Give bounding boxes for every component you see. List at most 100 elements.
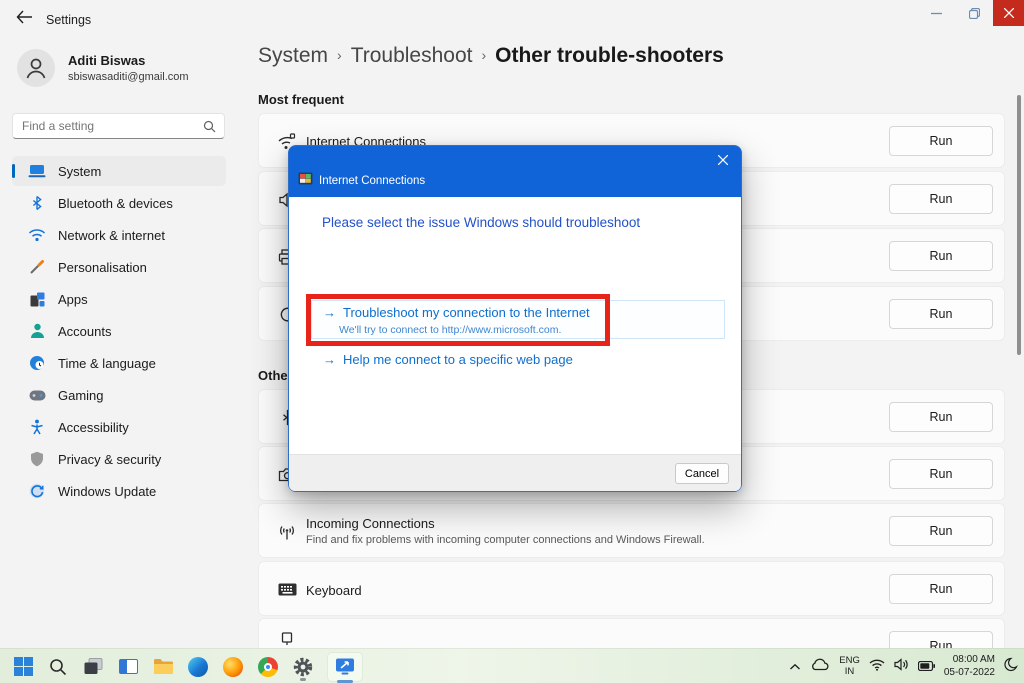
option-help-connect-webpage[interactable]: →Help me connect to a specific web page <box>323 352 573 367</box>
focus-assist-moon-icon[interactable] <box>1004 657 1018 677</box>
clock-indicator[interactable]: 08:00 AM05-07-2022 <box>944 654 995 679</box>
row-label: Keyboard <box>306 583 362 598</box>
sidebar-item-label: System <box>58 164 101 179</box>
arrow-icon: → <box>323 352 336 367</box>
section-most-frequent: Most frequent <box>258 92 344 107</box>
row-label: Incoming Connections <box>306 516 435 531</box>
accessibility-person-icon <box>28 418 46 436</box>
sidebar-item-windows-update[interactable]: Windows Update <box>12 476 226 506</box>
firefox-icon[interactable] <box>222 652 244 682</box>
sidebar-item-label: Network & internet <box>58 228 165 243</box>
taskbar-search-icon[interactable] <box>47 652 69 682</box>
start-button[interactable] <box>12 652 34 682</box>
search-icon <box>203 120 216 138</box>
shield-icon <box>28 450 46 468</box>
row-incoming-connections: Incoming Connections Find and fix proble… <box>258 503 1005 558</box>
troubleshooter-dialog: Internet Connections Please select the i… <box>288 145 742 492</box>
sidebar-item-label: Gaming <box>58 388 104 403</box>
breadcrumb-separator: › <box>481 47 486 63</box>
sidebar-item-privacy-security[interactable]: Privacy & security <box>12 444 226 474</box>
search-box[interactable] <box>12 113 225 139</box>
dialog-titlebar: Internet Connections <box>289 146 741 197</box>
onedrive-cloud-icon[interactable] <box>810 657 830 676</box>
taskbar: ENGIN 08:00 AM05-07-2022 <box>0 648 1024 683</box>
file-explorer-icon[interactable] <box>152 652 174 682</box>
sidebar-item-network-internet[interactable]: Network & internet <box>12 220 226 250</box>
breadcrumb-system[interactable]: System <box>258 44 328 67</box>
sidebar-item-apps[interactable]: Apps <box>12 284 226 314</box>
run-button[interactable]: Run <box>889 574 993 604</box>
dialog-close-icon[interactable] <box>714 151 732 169</box>
troubleshooter-taskbar-icon[interactable] <box>327 652 363 682</box>
keyboard-icon <box>275 562 299 617</box>
tray-wifi-icon[interactable] <box>869 658 885 676</box>
search-input[interactable] <box>22 114 202 138</box>
bluetooth-icon <box>28 194 46 212</box>
run-button[interactable]: Run <box>889 299 993 329</box>
page-title: Other trouble-shooters <box>495 44 724 67</box>
task-view-icon[interactable] <box>82 652 104 682</box>
breadcrumb: System › Troubleshoot › Other trouble-shoote… <box>258 44 724 68</box>
run-button[interactable]: Run <box>889 184 993 214</box>
run-button[interactable]: Run <box>889 241 993 271</box>
run-button[interactable]: Run <box>889 402 993 432</box>
breadcrumb-separator: › <box>337 47 342 63</box>
edge-icon[interactable] <box>187 652 209 682</box>
apps-icon <box>28 290 46 308</box>
back-arrow-icon[interactable] <box>16 10 36 28</box>
user-name: Aditi Biswas <box>68 53 145 68</box>
tray-chevron-icon[interactable] <box>789 658 801 676</box>
maximize-button[interactable] <box>955 0 993 26</box>
language-indicator[interactable]: ENGIN <box>839 656 860 677</box>
minimize-button[interactable] <box>917 0 955 26</box>
sidebar-item-bluetooth-devices[interactable]: Bluetooth & devices <box>12 188 226 218</box>
paintbrush-icon <box>28 258 46 276</box>
sidebar-item-label: Personalisation <box>58 260 147 275</box>
active-indicator <box>337 680 353 683</box>
gamepad-icon <box>28 386 46 404</box>
sidebar-item-label: Accessibility <box>58 420 129 435</box>
scrollbar[interactable] <box>1017 95 1021 355</box>
sidebar-item-label: Windows Update <box>58 484 156 499</box>
window-titlebar: Settings <box>0 0 1024 38</box>
tray-time: 08:00 AM <box>944 654 995 667</box>
run-button[interactable]: Run <box>889 459 993 489</box>
sidebar-item-personalisation[interactable]: Personalisation <box>12 252 226 282</box>
breadcrumb-troubleshoot[interactable]: Troubleshoot <box>351 44 473 67</box>
troubleshooter-icon <box>298 172 313 190</box>
running-indicator <box>300 678 306 681</box>
clock-globe-icon <box>28 354 46 372</box>
sidebar-item-accounts[interactable]: Accounts <box>12 316 226 346</box>
person-icon <box>28 322 46 340</box>
sidebar-item-label: Privacy & security <box>58 452 161 467</box>
sidebar-item-accessibility[interactable]: Accessibility <box>12 412 226 442</box>
sidebar-item-label: Bluetooth & devices <box>58 196 173 211</box>
incoming-connections-icon <box>275 504 299 559</box>
wifi-icon <box>28 226 46 244</box>
chrome-icon[interactable] <box>257 652 279 682</box>
app-title: Settings <box>46 13 91 27</box>
widgets-icon[interactable] <box>117 652 139 682</box>
sidebar-item-label: Accounts <box>58 324 111 339</box>
run-button[interactable]: Run <box>889 126 993 156</box>
tray-speaker-icon[interactable] <box>894 658 909 676</box>
user-email: sbiswasaditi@gmail.com <box>68 71 189 83</box>
sidebar-item-label: Apps <box>58 292 88 307</box>
run-button[interactable]: Run <box>889 516 993 546</box>
avatar[interactable] <box>17 49 55 87</box>
arrow-icon: → <box>323 305 336 320</box>
settings-gear-icon[interactable] <box>292 652 314 682</box>
dialog-title: Internet Connections <box>319 175 425 187</box>
tray-battery-icon[interactable] <box>918 658 935 676</box>
dialog-footer: Cancel <box>289 454 741 491</box>
sidebar-item-system[interactable]: System <box>12 156 226 186</box>
dialog-prompt: Please select the issue Windows should t… <box>322 215 640 230</box>
sidebar-nav: System Bluetooth & devices Network & int… <box>12 156 226 508</box>
sidebar-item-time-language[interactable]: Time & language <box>12 348 226 378</box>
sidebar-item-gaming[interactable]: Gaming <box>12 380 226 410</box>
system-icon <box>28 162 46 180</box>
cancel-button[interactable]: Cancel <box>675 463 729 484</box>
sidebar-item-label: Time & language <box>58 356 156 371</box>
option-troubleshoot-connection[interactable]: →Troubleshoot my connection to the Inter… <box>323 305 590 320</box>
close-button[interactable] <box>993 0 1024 26</box>
